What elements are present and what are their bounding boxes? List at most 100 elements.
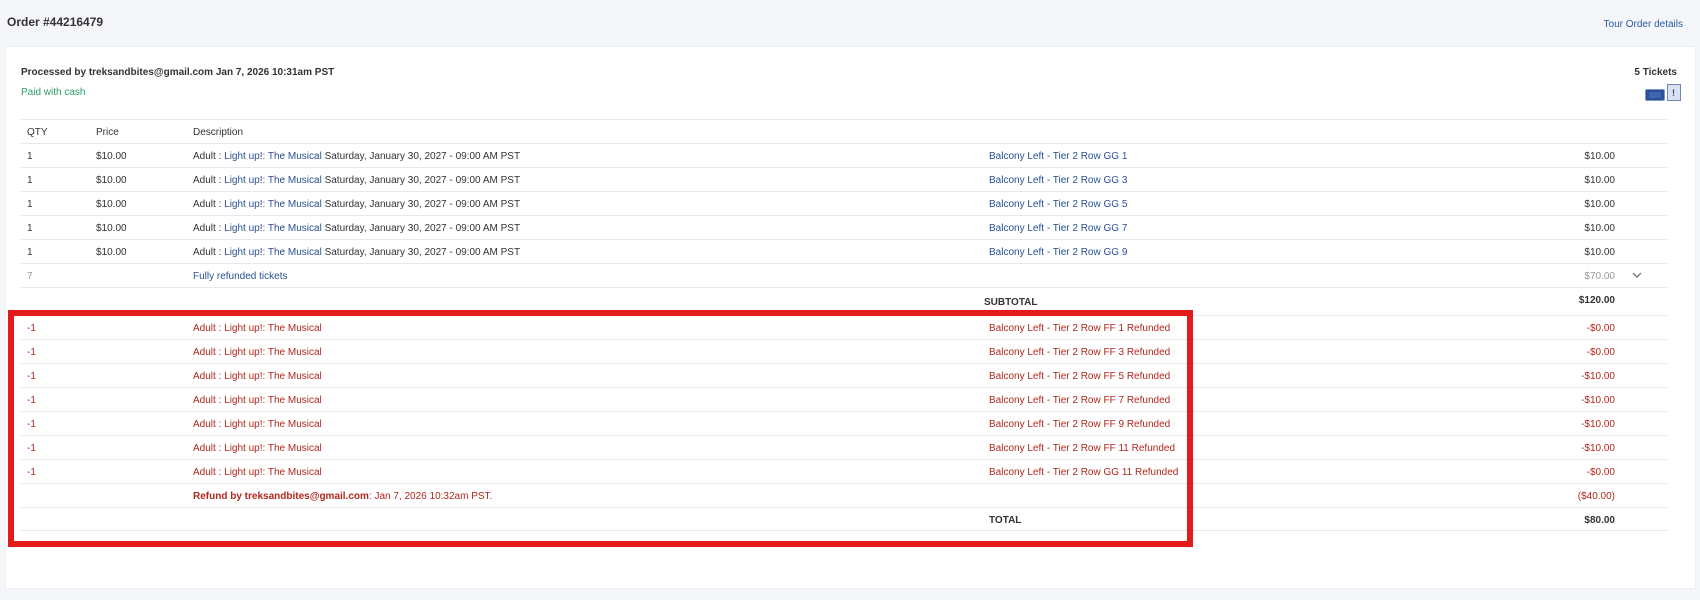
tour-order-details-link[interactable]: Tour Order details xyxy=(1604,19,1683,30)
row-qty: 1 xyxy=(27,151,33,162)
row-description: Adult : Light up!: The Musical Saturday,… xyxy=(193,199,520,210)
chevron-down-icon[interactable] xyxy=(1632,270,1642,280)
seat-link[interactable]: Balcony Left - Tier 2 Row GG 7 xyxy=(989,223,1127,234)
refund-row: -1 Adult : Light up!: The Musical Balcony … xyxy=(21,387,1667,411)
refund-qty: -1 xyxy=(27,467,36,478)
refund-amount: -$10.00 xyxy=(1581,371,1615,382)
table-row: 1 $10.00 Adult : Light up!: The Musical Sa… xyxy=(21,239,1667,263)
row-amount: $10.00 xyxy=(1584,151,1615,162)
refund-total: ($40.00) xyxy=(1577,491,1615,502)
tickets-count: 5 Tickets xyxy=(1634,67,1677,78)
subtotal-label: SUBTOTAL xyxy=(984,297,1038,308)
refund-row: -1 Adult : Light up!: The Musical Balcony … xyxy=(21,435,1667,459)
subtotal-row: SUBTOTAL $120.00 xyxy=(21,287,1667,315)
order-title: Order #44216479 xyxy=(7,15,104,29)
refunded-qty: 7 xyxy=(27,271,33,282)
refund-qty: -1 xyxy=(27,443,36,454)
refund-qty: -1 xyxy=(27,395,36,406)
refund-row: -1 Adult : Light up!: The Musical Balcony … xyxy=(21,315,1667,339)
refund-amount: -$0.00 xyxy=(1586,347,1615,358)
refund-seat: Balcony Left - Tier 2 Row FF 5 Refunded xyxy=(989,371,1171,382)
row-price: $10.00 xyxy=(96,175,127,186)
ticket-type: Adult : xyxy=(193,151,225,162)
row-description: Adult : Light up!: The Musical Saturday,… xyxy=(193,175,520,186)
refund-seat: Balcony Left - Tier 2 Row FF 9 Refunded xyxy=(989,419,1171,430)
refund-seat: Balcony Left - Tier 2 Row FF 11 Refunded xyxy=(989,443,1176,454)
row-description: Adult : Light up!: The Musical Saturday,… xyxy=(193,151,520,162)
event-link[interactable]: Light up!: The Musical xyxy=(224,175,322,186)
row-amount: $10.00 xyxy=(1584,175,1615,186)
seat-link[interactable]: Balcony Left - Tier 2 Row GG 1 xyxy=(989,151,1127,162)
total-amount: $80.00 xyxy=(1584,515,1615,526)
header-description: Description xyxy=(193,127,244,138)
refund-row: -1 Adult : Light up!: The Musical Balcony … xyxy=(21,363,1667,387)
table-row: 1 $10.00 Adult : Light up!: The Musical Sa… xyxy=(21,143,1667,167)
refund-seat: Balcony Left - Tier 2 Row FF 7 Refunded xyxy=(989,395,1171,406)
seat-link[interactable]: Balcony Left - Tier 2 Row GG 3 xyxy=(989,175,1127,186)
event-date: Saturday, January 30, 2027 - 09:00 AM PS… xyxy=(321,247,521,258)
row-price: $10.00 xyxy=(96,247,127,258)
total-label: TOTAL xyxy=(989,515,1022,526)
refund-amount: -$0.00 xyxy=(1586,467,1615,478)
event-link[interactable]: Light up!: The Musical xyxy=(224,199,322,210)
row-amount: $10.00 xyxy=(1584,247,1615,258)
refunded-summary-row: 7 Fully refunded tickets $70.00 xyxy=(21,263,1667,287)
refund-description: Adult : Light up!: The Musical xyxy=(193,395,322,406)
row-qty: 1 xyxy=(27,247,33,258)
refund-note: Refund by treksandbites@gmail.com: Jan 7… xyxy=(193,491,492,502)
row-description: Adult : Light up!: The Musical Saturday,… xyxy=(193,247,520,258)
refund-amount: -$10.00 xyxy=(1581,419,1615,430)
refund-seat: Balcony Left - Tier 2 Row FF 3 Refunded xyxy=(989,347,1171,358)
refund-amount: -$0.00 xyxy=(1586,323,1615,334)
refund-row: -1 Adult : Light up!: The Musical Balcony … xyxy=(21,411,1667,435)
row-description: Adult : Light up!: The Musical Saturday,… xyxy=(193,223,520,234)
refund-by: Refund by treksandbites@gmail.com xyxy=(193,491,369,502)
header-price: Price xyxy=(96,127,119,138)
refund-seat: Balcony Left - Tier 2 Row FF 1 Refunded xyxy=(989,323,1171,334)
refund-description: Adult : Light up!: The Musical xyxy=(193,323,322,334)
refunded-label[interactable]: Fully refunded tickets xyxy=(193,271,288,282)
event-link[interactable]: Light up!: The Musical xyxy=(224,151,322,162)
refund-row: -1 Adult : Light up!: The Musical Balcony … xyxy=(21,459,1667,483)
refund-amount: -$10.00 xyxy=(1581,395,1615,406)
refund-qty: -1 xyxy=(27,347,36,358)
subtotal-amount: $120.00 xyxy=(1578,295,1615,306)
row-price: $10.00 xyxy=(96,151,127,162)
row-qty: 1 xyxy=(27,199,33,210)
event-date: Saturday, January 30, 2027 - 09:00 AM PS… xyxy=(321,223,521,234)
order-card: Processed by treksandbites@gmail.com Jan… xyxy=(5,46,1696,589)
payment-method: Paid with cash xyxy=(21,87,86,98)
refund-amount: -$10.00 xyxy=(1581,443,1615,454)
event-date: Saturday, January 30, 2027 - 09:00 AM PS… xyxy=(321,199,521,210)
refund-seat: Balcony Left - Tier 2 Row GG 11 Refunded xyxy=(989,467,1179,478)
document-icon[interactable] xyxy=(1667,84,1681,101)
ticket-icon[interactable] xyxy=(1645,89,1665,101)
refund-description: Adult : Light up!: The Musical xyxy=(193,443,322,454)
event-link[interactable]: Light up!: The Musical xyxy=(224,247,322,258)
row-amount: $10.00 xyxy=(1584,223,1615,234)
refund-qty: -1 xyxy=(27,323,36,334)
table-row: 1 $10.00 Adult : Light up!: The Musical Sa… xyxy=(21,167,1667,191)
refunded-amount: $70.00 xyxy=(1584,271,1615,282)
refund-row: -1 Adult : Light up!: The Musical Balcony … xyxy=(21,339,1667,363)
event-date: Saturday, January 30, 2027 - 09:00 AM PS… xyxy=(321,175,521,186)
row-qty: 1 xyxy=(27,223,33,234)
total-row: TOTAL $80.00 xyxy=(21,507,1667,531)
row-qty: 1 xyxy=(27,175,33,186)
seat-link[interactable]: Balcony Left - Tier 2 Row GG 9 xyxy=(989,247,1127,258)
refund-qty: -1 xyxy=(27,371,36,382)
seat-link[interactable]: Balcony Left - Tier 2 Row GG 5 xyxy=(989,199,1127,210)
event-link[interactable]: Light up!: The Musical xyxy=(224,223,322,234)
event-date: Saturday, January 30, 2027 - 09:00 AM PS… xyxy=(321,151,521,162)
row-amount: $10.00 xyxy=(1584,199,1615,210)
refund-when: : Jan 7, 2026 10:32am PST. xyxy=(368,491,493,502)
refund-description: Adult : Light up!: The Musical xyxy=(193,467,322,478)
refund-qty: -1 xyxy=(27,419,36,430)
ticket-type: Adult : xyxy=(193,199,225,210)
table-header: QTY Price Description xyxy=(21,119,1667,143)
ticket-type: Adult : xyxy=(193,175,225,186)
ticket-type: Adult : xyxy=(193,223,225,234)
ticket-type: Adult : xyxy=(193,247,225,258)
ticket-actions xyxy=(1645,84,1681,101)
refund-note-row: Refund by treksandbites@gmail.com: Jan 7… xyxy=(21,483,1667,507)
